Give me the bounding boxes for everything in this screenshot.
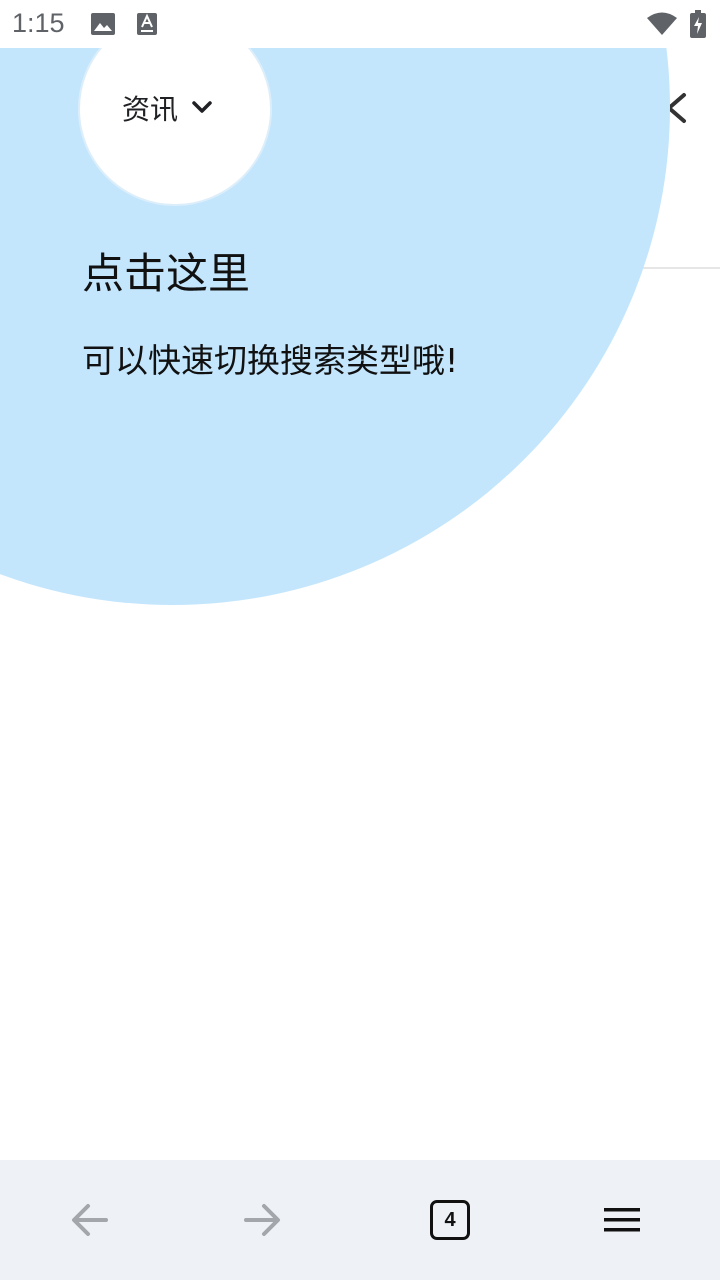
tabs-button[interactable]: 4 <box>360 1160 540 1280</box>
search-type-dropdown[interactable]: 资讯 <box>122 88 212 128</box>
chevron-down-icon <box>192 101 212 113</box>
wifi-icon <box>647 12 677 35</box>
coach-mark-title: 点击这里 <box>82 249 251 298</box>
tabs-icon: 4 <box>430 1200 470 1240</box>
forward-button[interactable] <box>172 1160 352 1280</box>
battery-charging-icon <box>690 10 706 38</box>
back-arrow-icon <box>72 1204 108 1236</box>
status-time: 1:15 <box>12 8 65 38</box>
menu-button[interactable] <box>532 1160 712 1280</box>
screen: 1:15 资讯 点击这里 可以快速切换搜索类型哦! 4 <box>0 0 720 1280</box>
menu-icon <box>604 1208 640 1232</box>
coach-mark-body: 可以快速切换搜索类型哦! <box>82 341 459 380</box>
accessibility-font-icon <box>137 13 157 35</box>
forward-arrow-icon <box>244 1204 280 1236</box>
bottom-navigation-bar: 4 <box>0 1160 720 1280</box>
search-type-label: 资讯 <box>122 93 179 126</box>
status-bar: 1:15 <box>0 0 720 48</box>
image-icon <box>91 13 115 35</box>
back-button[interactable] <box>0 1160 180 1280</box>
